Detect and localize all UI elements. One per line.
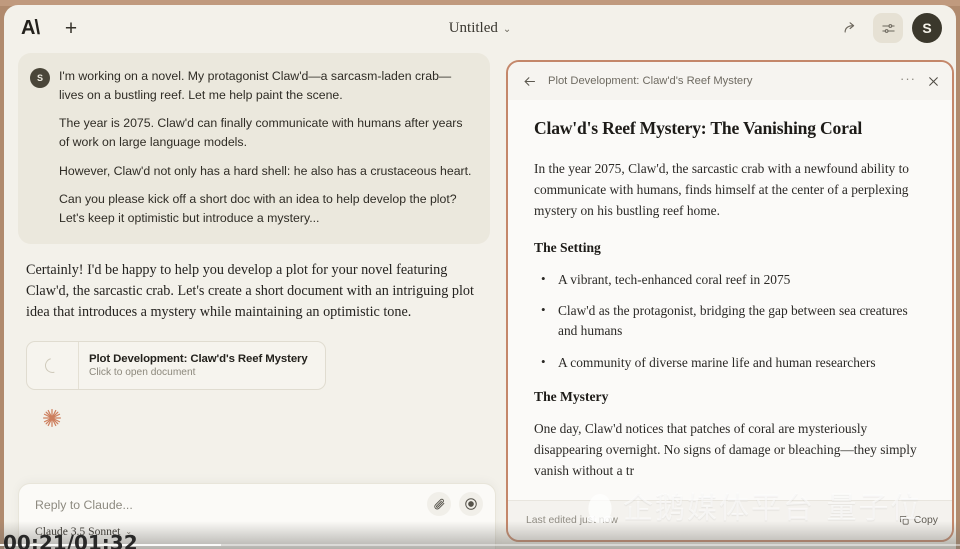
- video-scrubber[interactable]: [0, 544, 960, 546]
- composer-actions: [427, 492, 483, 516]
- section-heading-mystery: The Mystery: [534, 389, 609, 405]
- top-bar-actions: S: [838, 5, 942, 51]
- chat-column: S I'm working on a novel. My protagonist…: [4, 51, 504, 549]
- document-intro-paragraph: In the year 2075, Claw'd, the sarcastic …: [534, 161, 910, 218]
- user-paragraph: However, Claw'd not only has a hard shel…: [59, 163, 472, 178]
- setting-list: A vibrant, tech-enhanced coral reef in 2…: [534, 269, 928, 374]
- reply-input[interactable]: Reply to Claude...: [35, 498, 133, 512]
- artifact-panel: Plot Development: Claw'd's Reef Mystery …: [506, 60, 954, 542]
- top-bar: A\ + Untitled ⌄ S: [4, 5, 956, 51]
- share-icon[interactable]: [838, 15, 864, 41]
- video-timestamp: 00:21/01:32: [3, 531, 138, 549]
- assistant-message-text: Certainly! I'd be happy to help you deve…: [26, 261, 474, 320]
- artifact-card-icon-cell: [27, 341, 79, 389]
- artifact-panel-header: Plot Development: Claw'd's Reef Mystery …: [508, 62, 952, 100]
- message-avatar: S: [30, 68, 50, 88]
- document-mystery-paragraph: One day, Claw'd notices that patches of …: [534, 421, 917, 479]
- loading-spinner-icon: [42, 355, 63, 376]
- paperclip-icon[interactable]: [427, 492, 451, 516]
- artifact-panel-title: Plot Development: Claw'd's Reef Mystery: [548, 75, 753, 87]
- artifact-preview-card[interactable]: Plot Development: Claw'd's Reef Mystery …: [26, 340, 326, 390]
- anthropic-logo-icon[interactable]: A\: [21, 18, 40, 38]
- artifact-card-subtitle: Click to open document: [89, 366, 196, 378]
- assistant-message: Certainly! I'd be happy to help you deve…: [18, 260, 490, 323]
- list-item: A community of diverse marine life and h…: [534, 352, 928, 373]
- arrow-left-icon[interactable]: [522, 74, 537, 89]
- claude-sparkle-icon: [42, 408, 62, 428]
- list-item: A vibrant, tech-enhanced coral reef in 2…: [534, 269, 928, 290]
- artifact-card-text: Plot Development: Claw'd's Reef Mystery …: [79, 342, 318, 389]
- settings-sliders-icon[interactable]: [873, 13, 903, 43]
- record-circle-icon[interactable]: [459, 492, 483, 516]
- document-title-group: Untitled ⌄: [4, 5, 956, 51]
- close-icon[interactable]: [927, 75, 940, 88]
- list-item: Claw'd as the protagonist, bridging the …: [534, 300, 928, 342]
- video-control-overlay: 00:21/01:32: [0, 521, 960, 549]
- chevron-down-icon[interactable]: ⌄: [503, 24, 511, 35]
- app-window: A\ + Untitled ⌄ S S I'm working on a nov…: [4, 5, 956, 549]
- artifact-document-body: Claw'd's Reef Mystery: The Vanishing Cor…: [508, 100, 952, 514]
- screen-root: A\ + Untitled ⌄ S S I'm working on a nov…: [0, 0, 960, 549]
- user-message-text: I'm working on a novel. My protagonist C…: [59, 67, 474, 228]
- section-heading-setting: The Setting: [534, 239, 601, 255]
- artifact-card-title: Plot Development: Claw'd's Reef Mystery: [89, 352, 308, 365]
- document-heading: Claw'd's Reef Mystery: The Vanishing Cor…: [534, 118, 863, 138]
- user-paragraph: I'm working on a novel. My protagonist C…: [59, 69, 452, 102]
- user-message: S I'm working on a novel. My protagonist…: [18, 53, 490, 244]
- user-paragraph: The year is 2075. Claw'd can finally com…: [59, 116, 463, 150]
- new-chat-icon[interactable]: +: [59, 16, 83, 40]
- more-options-icon[interactable]: ···: [900, 72, 916, 90]
- user-avatar[interactable]: S: [912, 13, 942, 43]
- page-title[interactable]: Untitled: [449, 20, 498, 37]
- user-paragraph: Can you please kick off a short doc with…: [59, 192, 457, 226]
